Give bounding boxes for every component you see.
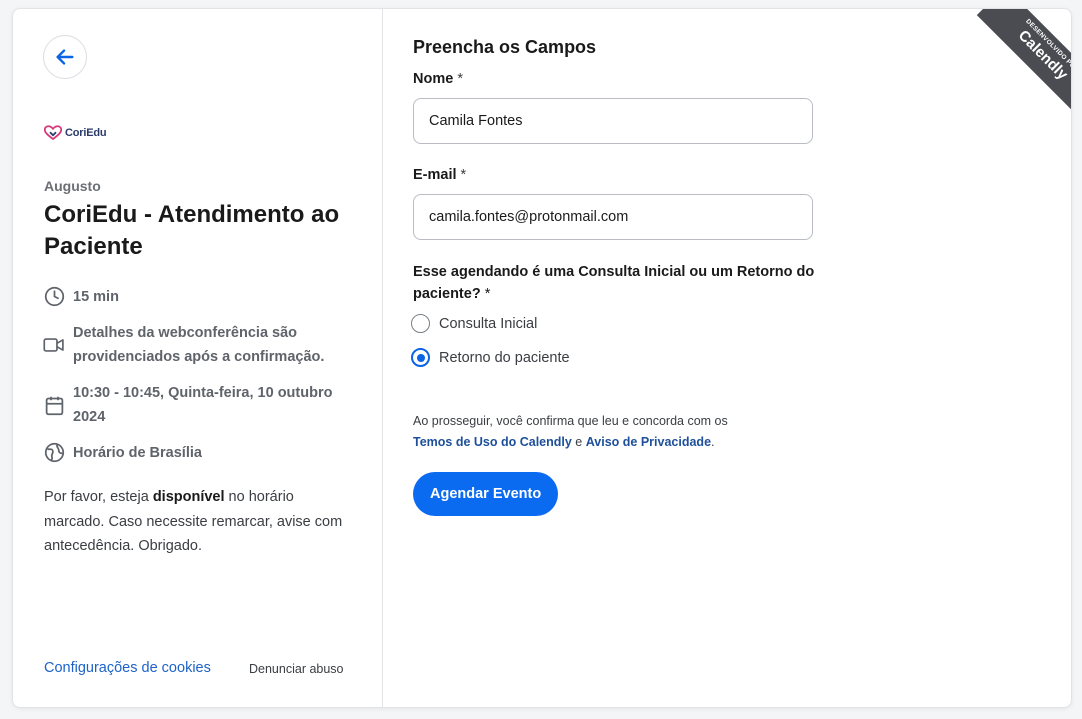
description-bold: disponível [152, 489, 225, 505]
consent-and: e [571, 435, 586, 449]
video-camera-icon [43, 334, 65, 356]
privacy-link[interactable]: Aviso de Privacidade [586, 435, 711, 449]
event-description: Por favor, esteja disponível no horário … [44, 485, 344, 559]
datetime-row: 10:30 - 10:45, Quinta-feira, 10 outubro … [43, 381, 353, 429]
appointment-type-question: Esse agendando é uma Consulta Inicial ou… [413, 261, 823, 305]
email-input[interactable] [413, 194, 813, 240]
calendly-ribbon[interactable]: DESENVOLVIDO POR Calendly [976, 9, 1071, 119]
conference-text: Detalhes da webconferência são providenc… [73, 325, 325, 365]
schedule-event-button[interactable]: Agendar Evento [413, 472, 559, 516]
powered-by-badge[interactable]: DESENVOLVIDO POR Calendly [961, 9, 1071, 119]
consent-text: Ao prosseguir, você confirma que leu e c… [413, 414, 728, 428]
consent-end: . [711, 435, 715, 449]
radio-label: Retorno do paciente [439, 349, 570, 366]
form-heading: Preencha os Campos [413, 37, 597, 57]
duration-row: 15 min [43, 285, 119, 309]
required-mark: * [460, 167, 467, 183]
logo-text: CoriEdu [65, 127, 107, 139]
globe-icon [43, 441, 65, 463]
question-text: Esse agendando é uma Consulta Inicial ou… [413, 264, 815, 302]
email-label: E-mail * [413, 167, 466, 183]
event-title: CoriEdu - Atendimento ao Paciente [44, 201, 340, 260]
radio-option-consulta-inicial[interactable]: Consulta Inicial [411, 314, 537, 333]
clock-icon [43, 285, 65, 307]
event-details-panel: CoriEdu Augusto CoriEdu - Atendimento ao… [13, 9, 383, 707]
name-label-text: Nome [413, 71, 454, 87]
consent-notice: Ao prosseguir, você confirma que leu e c… [413, 411, 813, 453]
description-text: Por favor, esteja [44, 489, 153, 505]
radio-button-selected[interactable] [411, 348, 430, 367]
heart-logo-icon [44, 125, 62, 140]
radio-button[interactable] [411, 314, 430, 333]
report-abuse-link[interactable]: Denunciar abuso [249, 662, 344, 676]
name-label: Nome * [413, 71, 463, 87]
booking-card: CoriEdu Augusto CoriEdu - Atendimento ao… [12, 8, 1072, 708]
timezone-row: Horário de Brasília [43, 441, 202, 465]
required-mark: * [457, 71, 463, 87]
timezone-text: Horário de Brasília [73, 445, 202, 461]
required-mark: * [484, 286, 491, 302]
email-label-text: E-mail [413, 167, 457, 183]
company-logo: CoriEdu [44, 125, 107, 141]
conference-row: Detalhes da webconferência são providenc… [43, 321, 353, 369]
radio-label: Consulta Inicial [439, 315, 538, 332]
radio-option-retorno[interactable]: Retorno do paciente [411, 348, 570, 367]
duration-text: 15 min [73, 289, 119, 305]
booking-form-panel: Preencha os Campos Nome * E-mail * Esse … [383, 9, 1071, 707]
datetime-text: 10:30 - 10:45, Quinta-feira, 10 outubro … [73, 385, 333, 425]
arrow-left-icon [56, 49, 74, 65]
host-name: Augusto [44, 178, 101, 194]
terms-link[interactable]: Temos de Uso do Calendly [413, 435, 572, 449]
cookie-settings-link[interactable]: Configurações de cookies [44, 660, 211, 676]
name-input[interactable] [413, 98, 813, 144]
calendar-icon [43, 394, 65, 416]
back-button[interactable] [43, 35, 87, 79]
